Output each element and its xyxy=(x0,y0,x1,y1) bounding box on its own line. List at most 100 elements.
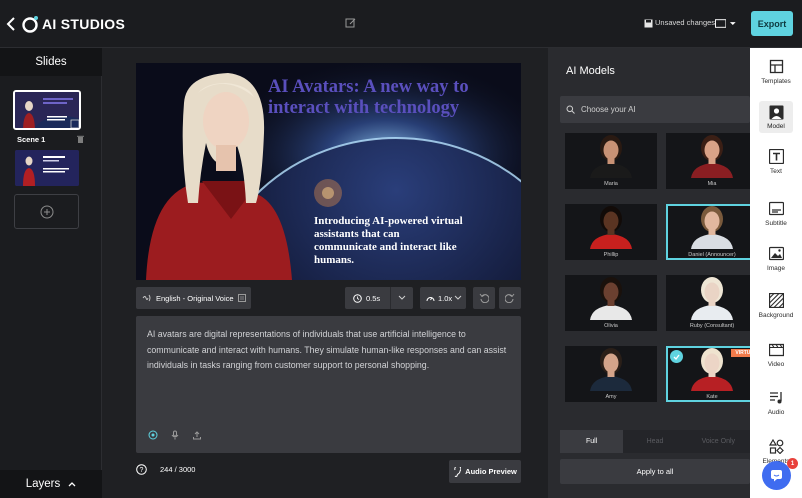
audio-preview-button[interactable]: Audio Preview xyxy=(449,460,521,483)
redo-icon xyxy=(505,293,515,303)
speed-dropdown-chevron-icon[interactable] xyxy=(452,294,464,302)
templates-icon xyxy=(769,59,783,74)
undo-icon xyxy=(479,293,489,303)
chat-notification-badge: 1 xyxy=(787,458,798,469)
model-card[interactable]: Phillip xyxy=(565,204,657,260)
slide-canvas[interactable]: AI Avatars: A new way to interact with t… xyxy=(136,63,521,280)
tab-voice-only[interactable]: Voice Only xyxy=(687,430,750,453)
rail-item-label: Image xyxy=(766,265,786,272)
model-avatar-image xyxy=(691,277,733,320)
speed-value: 1.0x xyxy=(438,293,453,303)
character-count: 244 / 3000 xyxy=(160,465,195,474)
voice-selector[interactable]: English - Original Voice xyxy=(136,287,251,309)
model-card[interactable]: VIRTUA Kate xyxy=(666,346,758,402)
model-card[interactable]: Mia xyxy=(666,133,758,189)
model-card[interactable]: Ruby (Consultant) xyxy=(666,275,758,331)
model-avatar-image xyxy=(691,348,733,391)
model-active-highlight: Model xyxy=(759,101,793,133)
rail-item-label: Subtitle xyxy=(765,220,787,227)
ai-studios-editor: AI STUDIOS Unsaved changes Export Slides xyxy=(0,0,802,498)
slide-1-preview xyxy=(15,92,79,128)
monitor-icon xyxy=(715,19,727,28)
script-text[interactable]: AI avatars are digital representations o… xyxy=(147,327,512,374)
model-name: Kate xyxy=(706,394,718,400)
char-count-value: 244 xyxy=(160,465,173,474)
rail-item-label: Templates xyxy=(761,78,791,85)
tab-head[interactable]: Head xyxy=(623,430,686,453)
apply-to-all-button[interactable]: Apply to all xyxy=(560,459,750,484)
subtitle-icon xyxy=(768,201,784,216)
model-search[interactable] xyxy=(560,96,750,123)
model-name: Amy xyxy=(605,394,617,400)
rail-item-label: Video xyxy=(767,361,785,368)
unsaved-changes-status: Unsaved changes xyxy=(655,18,716,27)
script-editor[interactable]: AI avatars are digital representations o… xyxy=(136,316,521,453)
rail-item-text[interactable]: Text xyxy=(750,145,802,187)
rail-item-templates[interactable]: Templates xyxy=(750,55,802,97)
pause-duration-control[interactable]: 0.5s xyxy=(345,287,413,309)
rail-item-background[interactable]: Background xyxy=(750,289,802,331)
back-arrow-icon[interactable] xyxy=(6,16,16,32)
layers-toggle[interactable]: Layers xyxy=(0,470,102,498)
rail-item-video[interactable]: Video xyxy=(750,338,802,380)
model-name: Maria xyxy=(604,181,618,187)
add-slide-button[interactable] xyxy=(14,194,79,229)
model-avatar-image xyxy=(590,206,632,249)
edit-title-icon[interactable] xyxy=(345,17,357,29)
upload-icon[interactable] xyxy=(192,430,202,440)
help-icon[interactable]: ? xyxy=(136,464,147,475)
clock-icon xyxy=(353,293,362,303)
slides-panel: Slides Scene 1 Layers xyxy=(0,48,102,498)
tab-full[interactable]: Full xyxy=(560,430,624,453)
rail-item-image[interactable]: Image xyxy=(750,242,802,284)
model-name: Mia xyxy=(707,181,717,187)
search-icon xyxy=(566,105,575,114)
model-card[interactable]: Daniel (Announcer) xyxy=(666,204,758,260)
slide-thumbnail-2[interactable] xyxy=(15,150,79,186)
model-card[interactable]: Amy xyxy=(565,346,657,402)
logo-text: AI STUDIOS xyxy=(42,16,126,32)
model-search-input[interactable] xyxy=(581,105,741,114)
rail-item-subtitle[interactable]: Subtitle xyxy=(750,197,802,239)
rail-item-label: Model xyxy=(767,122,785,130)
model-card[interactable]: Maria xyxy=(565,133,657,189)
app-logo: AI STUDIOS xyxy=(20,13,125,35)
slide-body-text[interactable]: Introducing AI-powered virtual assistant… xyxy=(314,215,464,267)
slide-title-text[interactable]: AI Avatars: A new way to interact with t… xyxy=(268,77,518,119)
voice-label: English - Original Voice xyxy=(156,293,234,303)
rail-item-model[interactable]: Model xyxy=(750,97,802,139)
model-card[interactable]: Olivia xyxy=(565,275,657,331)
microphone-icon[interactable] xyxy=(170,430,180,440)
svg-text:?: ? xyxy=(140,467,144,474)
image-icon xyxy=(768,246,784,261)
top-bar: AI STUDIOS Unsaved changes Export xyxy=(0,0,802,48)
model-view-tabs: Full Head Voice Only xyxy=(560,430,750,453)
undo-button[interactable] xyxy=(473,287,495,309)
char-limit: / 3000 xyxy=(174,465,196,474)
voice-settings-icon[interactable] xyxy=(237,294,246,302)
redo-button[interactable] xyxy=(499,287,521,309)
shapes-icon xyxy=(768,439,784,454)
ai-assist-icon[interactable] xyxy=(148,430,158,440)
script-tools xyxy=(148,430,202,440)
model-avatar-image xyxy=(590,348,632,391)
selected-check-icon xyxy=(670,350,683,363)
chat-icon xyxy=(771,470,782,482)
export-button[interactable]: Export xyxy=(751,11,793,36)
slide-thumbnail-1[interactable] xyxy=(13,90,81,130)
model-name: Ruby (Consultant) xyxy=(689,323,735,329)
screen-ratio-dropdown[interactable] xyxy=(715,17,737,30)
slides-header: Slides xyxy=(0,48,102,76)
speed-control[interactable]: 1.0x xyxy=(420,287,466,309)
model-name: Phillip xyxy=(603,252,619,258)
pause-value: 0.5s xyxy=(366,293,381,303)
trash-icon[interactable] xyxy=(77,135,84,143)
background-icon xyxy=(768,293,784,308)
scene-label: Scene 1 xyxy=(17,135,46,144)
caret-down-icon xyxy=(730,21,737,25)
text-icon xyxy=(768,149,784,164)
rail-item-audio[interactable]: Audio xyxy=(750,386,802,428)
save-icon xyxy=(644,19,653,28)
pause-dropdown-chevron-icon[interactable] xyxy=(391,294,413,302)
voice-wave-icon xyxy=(142,294,151,302)
